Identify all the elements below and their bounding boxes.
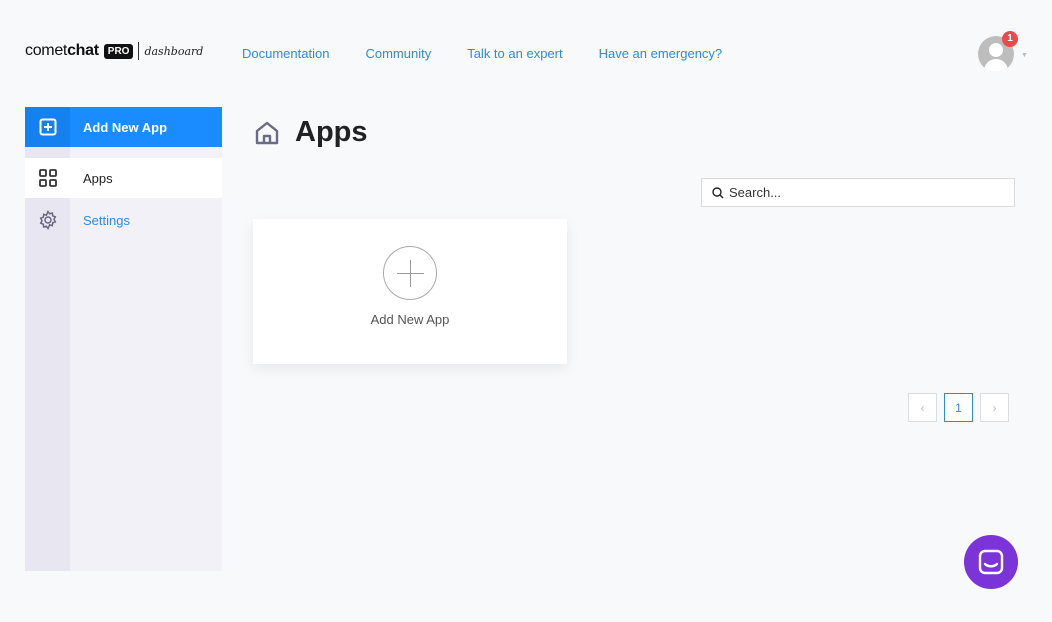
nav-documentation[interactable]: Documentation (242, 46, 329, 61)
brand-sub: dashboard (144, 44, 204, 58)
plus-square-icon (25, 107, 70, 147)
search-input[interactable] (729, 185, 1009, 200)
add-new-app-label: Add New App (83, 119, 168, 135)
plus-circle-icon (383, 246, 437, 300)
add-new-app-button[interactable]: Add New App (25, 107, 222, 147)
page-header: Apps (253, 116, 368, 149)
next-page-button[interactable]: › (980, 393, 1009, 422)
nav-emergency[interactable]: Have an emergency? (599, 46, 723, 61)
top-nav: Documentation Community Talk to an exper… (242, 46, 722, 61)
gear-icon (25, 210, 70, 230)
chevron-down-icon[interactable]: ▼ (1021, 52, 1028, 59)
logo[interactable]: cometchat PRO dashboard (25, 42, 203, 60)
sidebar-item-label: Settings (83, 212, 130, 228)
add-card-label: Add New App (370, 312, 450, 327)
notification-badge: 1 (1002, 31, 1018, 47)
brand-name: cometchat (25, 42, 99, 59)
nav-talk-to-expert[interactable]: Talk to an expert (467, 46, 562, 61)
sidebar-item-label: Apps (83, 170, 113, 186)
page-title: Apps (295, 116, 368, 148)
search-box[interactable] (701, 178, 1015, 207)
chat-icon (978, 549, 1004, 575)
sidebar-item-apps[interactable]: Apps (25, 158, 222, 198)
home-icon (255, 121, 279, 144)
grid-icon (25, 169, 70, 187)
search-icon (712, 186, 724, 198)
chat-launcher-button[interactable] (964, 535, 1018, 589)
prev-page-button[interactable]: ‹ (908, 393, 937, 422)
nav-community[interactable]: Community (365, 46, 431, 61)
sidebar-item-settings[interactable]: Settings (25, 200, 222, 240)
sidebar: Add New App Apps Settings (25, 107, 222, 571)
pro-tag: PRO (103, 43, 134, 59)
page-1-button[interactable]: 1 (944, 393, 973, 422)
divider (138, 42, 140, 60)
add-new-app-card[interactable]: Add New App (253, 219, 567, 364)
